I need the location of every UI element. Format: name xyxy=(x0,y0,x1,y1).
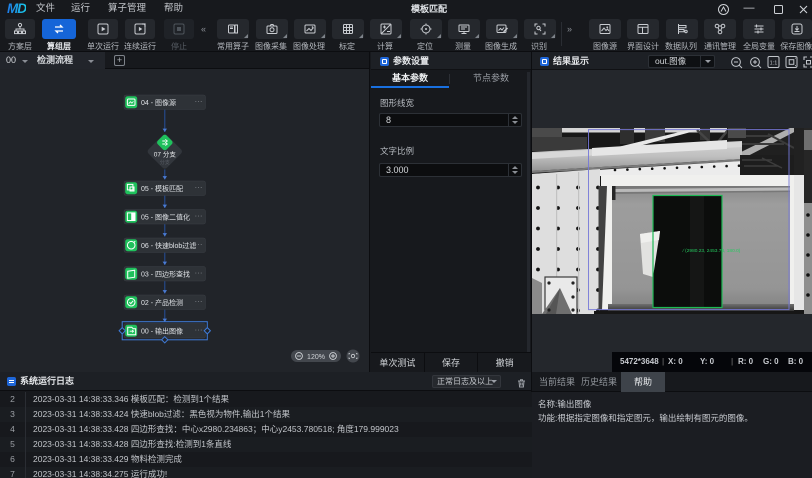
svg-text:02 - 产品检测: 02 - 产品检测 xyxy=(141,298,183,307)
svg-text:00 - 输出图像: 00 - 输出图像 xyxy=(141,327,183,336)
svg-text:···: ··· xyxy=(195,269,203,278)
svg-text:···: ··· xyxy=(195,212,203,221)
svg-text:03 - 四边形查找: 03 - 四边形查找 xyxy=(141,270,190,279)
svg-text:···: ··· xyxy=(195,297,203,306)
svg-text:120%: 120% xyxy=(307,354,325,361)
svg-text:05 - 模板匹配: 05 - 模板匹配 xyxy=(141,184,183,193)
svg-text:∕ (2980.23, 2453.78, 180.0): ∕ (2980.23, 2453.78, 180.0) xyxy=(682,248,741,254)
svg-text:06 - 快速blob过滤: 06 - 快速blob过滤 xyxy=(141,241,196,250)
svg-text:04 - 图像源: 04 - 图像源 xyxy=(141,98,176,107)
svg-text:···: ··· xyxy=(195,183,203,192)
svg-text:···: ··· xyxy=(195,326,203,335)
svg-text:07 分支: 07 分支 xyxy=(154,150,177,159)
svg-text:分支: 分支 xyxy=(160,159,170,166)
svg-text:05 - 图像二值化: 05 - 图像二值化 xyxy=(141,213,190,222)
svg-text:···: ··· xyxy=(195,240,203,249)
svg-text:···: ··· xyxy=(195,97,203,106)
svg-text:1:1: 1:1 xyxy=(770,61,778,67)
